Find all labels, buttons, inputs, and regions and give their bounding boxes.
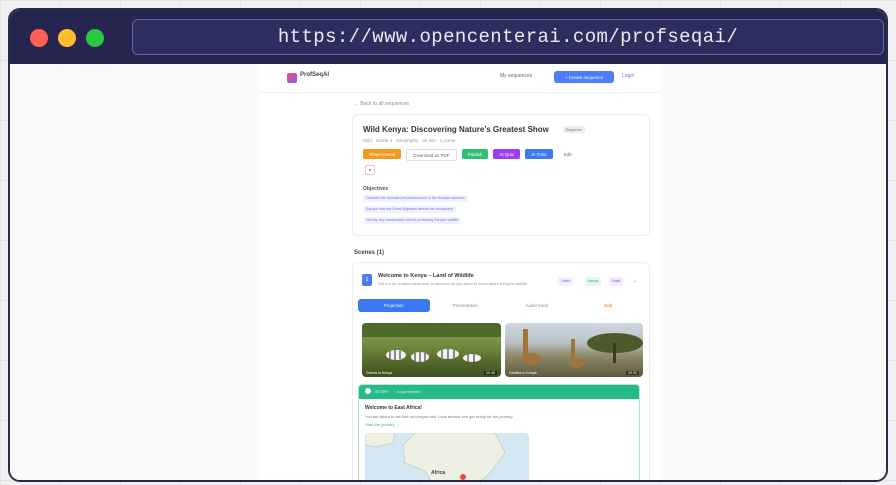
address-bar[interactable]: https://www.opencenterai.com/profseqai/: [132, 19, 884, 55]
zebra-photo-image: [362, 323, 501, 362]
nav-my-sequences[interactable]: My sequences: [500, 73, 532, 79]
map-image: [365, 433, 506, 480]
objective-item: Identify key conservation efforts protec…: [363, 217, 462, 224]
logo-text[interactable]: ProfSeqAI: [300, 72, 329, 78]
tab-edit[interactable]: Edit: [573, 299, 645, 312]
chevron-down-icon[interactable]: ⌄: [633, 278, 637, 284]
scene-tag: Safari: [558, 277, 574, 286]
pin-icon[interactable]: ●: [365, 165, 375, 175]
edit-button[interactable]: Edit: [558, 149, 578, 159]
scene-card: 1 Welcome to Kenya – Land of Wildlife Se…: [352, 262, 650, 480]
site-topnav: ProfSeqAI My sequences + Create sequence…: [260, 64, 660, 93]
photo-duration: 00:30: [626, 371, 639, 375]
url-text: https://www.opencenterai.com/profseqai/: [277, 26, 739, 48]
close-window-button[interactable]: [30, 29, 48, 47]
share-button[interactable]: Share lesson: [363, 149, 402, 159]
lesson-meta: Wild · Grade 4 · Geography · 30 min · 1 …: [363, 138, 456, 143]
objectives-title: Objectives: [363, 186, 389, 192]
map-label: Africa: [431, 470, 446, 476]
login-link[interactable]: Login: [622, 73, 634, 79]
level-badge: Beginner: [563, 126, 586, 133]
scene-subtitle: Set out for a safari adventure to discov…: [378, 281, 528, 286]
ai-tutor-button[interactable]: AI Tutor: [525, 149, 553, 159]
web-page: ProfSeqAI My sequences + Create sequence…: [260, 64, 660, 480]
scene-photo[interactable]: Giraffes in Kenya 00:30: [505, 323, 643, 377]
ai-quiz-button[interactable]: AI Quiz: [493, 149, 521, 159]
create-sequence-button[interactable]: + Create sequence: [554, 71, 614, 83]
minimize-window-button[interactable]: [58, 29, 76, 47]
scene-photo[interactable]: Zebras in Kenya 00:45: [362, 323, 501, 377]
back-link[interactable]: ← Back to all sequences: [354, 101, 409, 107]
africa-map[interactable]: Africa: [365, 433, 529, 480]
logo-icon[interactable]: [287, 73, 297, 83]
browser-window: https://www.opencenterai.com/profseqai/ …: [8, 8, 888, 482]
story-start-link[interactable]: Start the journey →: [365, 422, 399, 427]
photo-duration: 00:45: [484, 371, 497, 375]
lesson-card: Wild Kenya: Discovering Nature’s Greates…: [352, 114, 650, 236]
story-header-note: AI-generated: [397, 389, 421, 394]
lesson-title: Wild Kenya: Discovering Nature’s Greates…: [363, 125, 549, 134]
tab-audio-track[interactable]: Audio track: [501, 299, 573, 312]
giraffe-photo-image: [521, 329, 643, 368]
download-pdf-button[interactable]: Download as PDF: [406, 149, 457, 161]
story-header: STORY AI-generated: [359, 385, 639, 399]
scene-title: Welcome to Kenya – Land of Wildlife: [378, 273, 474, 279]
story-icon: [365, 388, 371, 394]
lesson-actions: Share lesson Download as PDF Publish AI …: [363, 149, 578, 161]
tab-presentation[interactable]: Presentation: [430, 299, 502, 312]
photo-caption: Giraffes in Kenya: [509, 371, 537, 375]
publish-button[interactable]: Publish: [461, 149, 489, 159]
scene-tag: Draft: [609, 277, 623, 286]
story-text: You are about to set foot on Kenyan soil…: [365, 414, 514, 419]
maximize-window-button[interactable]: [86, 29, 104, 47]
page-viewport: ProfSeqAI My sequences + Create sequence…: [10, 64, 886, 480]
objective-item: Describe the animals and plants found in…: [363, 195, 468, 202]
browser-titlebar: https://www.opencenterai.com/profseqai/: [10, 10, 886, 64]
story-panel: STORY AI-generated Welcome to East Afric…: [358, 384, 640, 480]
scene-tag: Kenya: [585, 277, 602, 286]
scene-tabs: Projection Presentation Audio track Edit: [358, 299, 644, 312]
photo-caption: Zebras in Kenya: [366, 371, 393, 375]
tab-projection[interactable]: Projection: [358, 299, 430, 312]
scene-number: 1: [362, 274, 372, 286]
scenes-header: Scenes (1): [354, 250, 385, 256]
objective-item: Explain how the Great Migration affects …: [363, 206, 456, 213]
story-title: Welcome to East Africa!: [365, 405, 422, 411]
story-header-label: STORY: [375, 389, 389, 394]
